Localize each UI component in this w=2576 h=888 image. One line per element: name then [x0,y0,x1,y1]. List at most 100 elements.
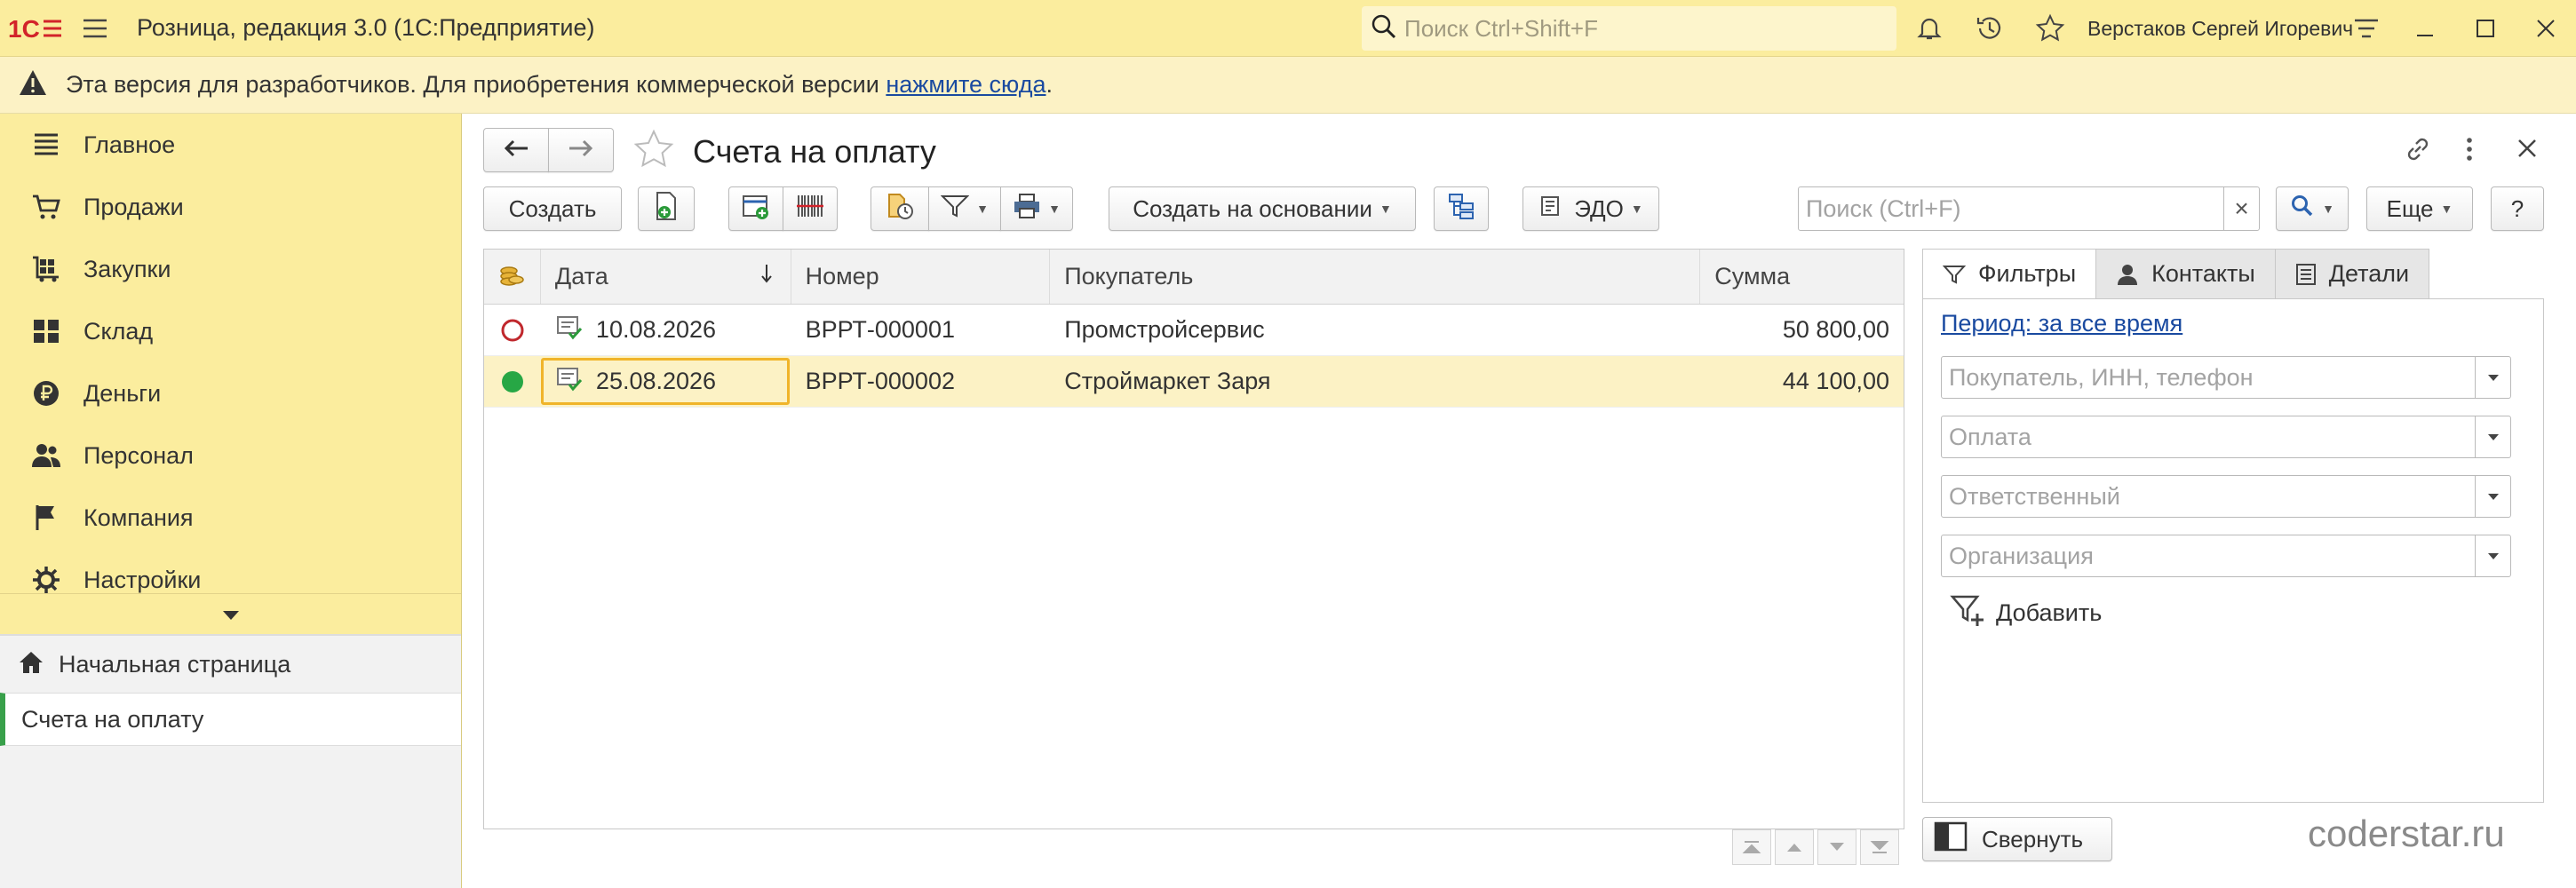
section-company[interactable]: Компания [0,487,461,549]
column-date[interactable]: Дата [541,250,791,304]
dropdown-arrow-icon[interactable] [2475,535,2510,576]
open-windows-panel: Начальная страница Счета на оплату [0,634,461,888]
truck-cart-icon [28,251,64,287]
flag-icon [28,500,64,535]
coins-icon[interactable] [484,250,541,304]
gear-icon [28,562,64,593]
help-button[interactable]: ? [2491,186,2544,231]
section-sales[interactable]: Продажи [0,176,461,238]
payment-filter-field[interactable]: Оплата [1941,416,2511,458]
minimize-icon[interactable] [2398,0,2452,57]
list-icon [28,127,64,163]
tab-filters[interactable]: Фильтры [1922,249,2097,298]
row-number-cell[interactable]: ВРРТ-000002 [791,356,1051,407]
section-warehouse[interactable]: Склад [0,300,461,362]
barcode-button[interactable] [783,186,838,231]
settings-lines-icon[interactable] [2340,0,2393,57]
close-window-icon[interactable] [2519,0,2572,57]
caret-down-icon: ▼ [1379,202,1392,216]
arrow-right-icon [568,137,594,164]
table-row[interactable]: 10.08.2026 ВРРТ-000001 Промстройсервис 5… [484,305,1904,356]
dropdown-arrow-icon[interactable] [2475,476,2510,517]
link-icon[interactable] [2402,133,2434,170]
section-personnel[interactable]: Персонал [0,424,461,487]
column-sum[interactable]: Сумма [1700,250,1904,304]
filters-body: Период: за все время Покупатель, ИНН, те… [1922,298,2544,803]
more-actions-button[interactable]: Еще ▼ [2366,186,2473,231]
printer-icon [1013,193,1041,226]
organization-filter-field[interactable]: Организация [1941,535,2511,577]
global-search-input[interactable]: Поиск Ctrl+Shift+F [1362,6,1896,51]
unpaid-status-icon [484,305,541,355]
section-main[interactable]: Главное [0,114,461,176]
svg-text:1С: 1С [8,15,40,43]
scroll-up-button[interactable] [1775,829,1814,865]
row-date-cell[interactable]: 25.08.2026 [540,356,791,407]
column-number[interactable]: Номер [791,250,1051,304]
form-title: Счета на оплату [693,133,936,170]
report-button[interactable] [871,186,929,231]
dropdown-arrow-icon[interactable] [2475,357,2510,398]
ruble-icon [28,376,64,411]
maximize-icon[interactable] [2459,0,2512,57]
collapse-panel-button[interactable]: Свернуть [1922,817,2112,861]
back-button[interactable] [483,128,549,172]
row-number-cell[interactable]: ВРРТ-000001 [791,305,1051,355]
scroll-to-top-button[interactable] [1732,829,1771,865]
notice-link[interactable]: нажмите сюда [886,71,1046,98]
sort-arrow-down-icon [760,263,773,290]
1c-logo[interactable]: 1С [0,0,71,57]
tab-contacts[interactable]: Контакты [2095,249,2276,298]
section-purchases[interactable]: Закупки [0,238,461,300]
scroll-to-bottom-button[interactable] [1860,829,1899,865]
structure-button[interactable] [1434,186,1489,231]
period-link[interactable]: Период: за все время [1941,310,2182,337]
row-date-cell[interactable]: 10.08.2026 [541,305,791,355]
user-name[interactable]: Верстаков Сергей Игоревич [2087,0,2353,57]
table-row-selected[interactable]: 25.08.2026 ВРРТ-000002 Строймаркет Заря … [484,356,1904,408]
sections-nav: Главное Продажи Закупки Склад Деньги Пер… [0,114,461,593]
column-buyer[interactable]: Покупатель [1050,250,1701,304]
dropdown-arrow-icon[interactable] [2475,416,2510,457]
create-based-on-button[interactable]: Создать на основании ▼ [1109,186,1416,231]
edo-dropdown-button[interactable]: ЭДО ▼ [1523,186,1659,231]
app-title: Розница, редакция 3.0 (1С:Предприятие) [137,14,595,41]
row-buyer-cell[interactable]: Промстройсервис [1050,305,1700,355]
open-form-invoices[interactable]: Счета на оплату [0,693,461,746]
buyer-filter-field[interactable]: Покупатель, ИНН, телефон [1941,356,2511,399]
main-menu-icon[interactable] [71,0,119,57]
search-icon [1371,13,1397,44]
triangle-down-icon [221,609,241,626]
responsible-filter-field[interactable]: Ответственный [1941,475,2511,518]
history-icon[interactable] [1963,0,2016,57]
favorites-star-icon[interactable] [2023,0,2077,57]
list-search-input[interactable]: Поиск (Ctrl+F) × [1798,186,2260,231]
scroll-down-button[interactable] [1817,829,1856,865]
caret-down-icon: ▼ [1048,202,1061,216]
row-buyer-cell[interactable]: Строймаркет Заря [1050,356,1700,407]
warning-icon [18,68,48,101]
table-navigation [1732,829,1899,865]
section-money[interactable]: Деньги [0,362,461,424]
home-page-link[interactable]: Начальная страница [0,636,461,693]
forward-button[interactable] [548,128,614,172]
row-sum-cell[interactable]: 50 800,00 [1700,305,1904,355]
close-form-icon[interactable] [2516,137,2539,164]
tab-details[interactable]: Детали [2274,249,2430,298]
add-calendar-button[interactable] [728,186,783,231]
notifications-bell-icon[interactable] [1903,0,1956,57]
more-vertical-icon[interactable] [2462,133,2477,170]
copy-doc-button[interactable] [638,186,695,231]
filter-dropdown-button[interactable]: ▼ [928,186,1001,231]
global-search-placeholder: Поиск Ctrl+Shift+F [1404,14,1598,42]
clear-search-button[interactable]: × [2223,187,2259,230]
print-dropdown-button[interactable]: ▼ [1000,186,1073,231]
list-search-placeholder: Поиск (Ctrl+F) [1806,194,1961,222]
edo-icon [1538,194,1565,225]
search-options-button[interactable]: ▼ [2276,186,2349,231]
row-sum-cell[interactable]: 44 100,00 [1700,356,1904,407]
favorite-star-icon[interactable] [631,126,677,172]
create-button[interactable]: Создать [483,186,622,231]
add-filter-button[interactable]: Добавить [1950,592,2102,634]
section-settings[interactable]: Настройки [0,549,461,593]
